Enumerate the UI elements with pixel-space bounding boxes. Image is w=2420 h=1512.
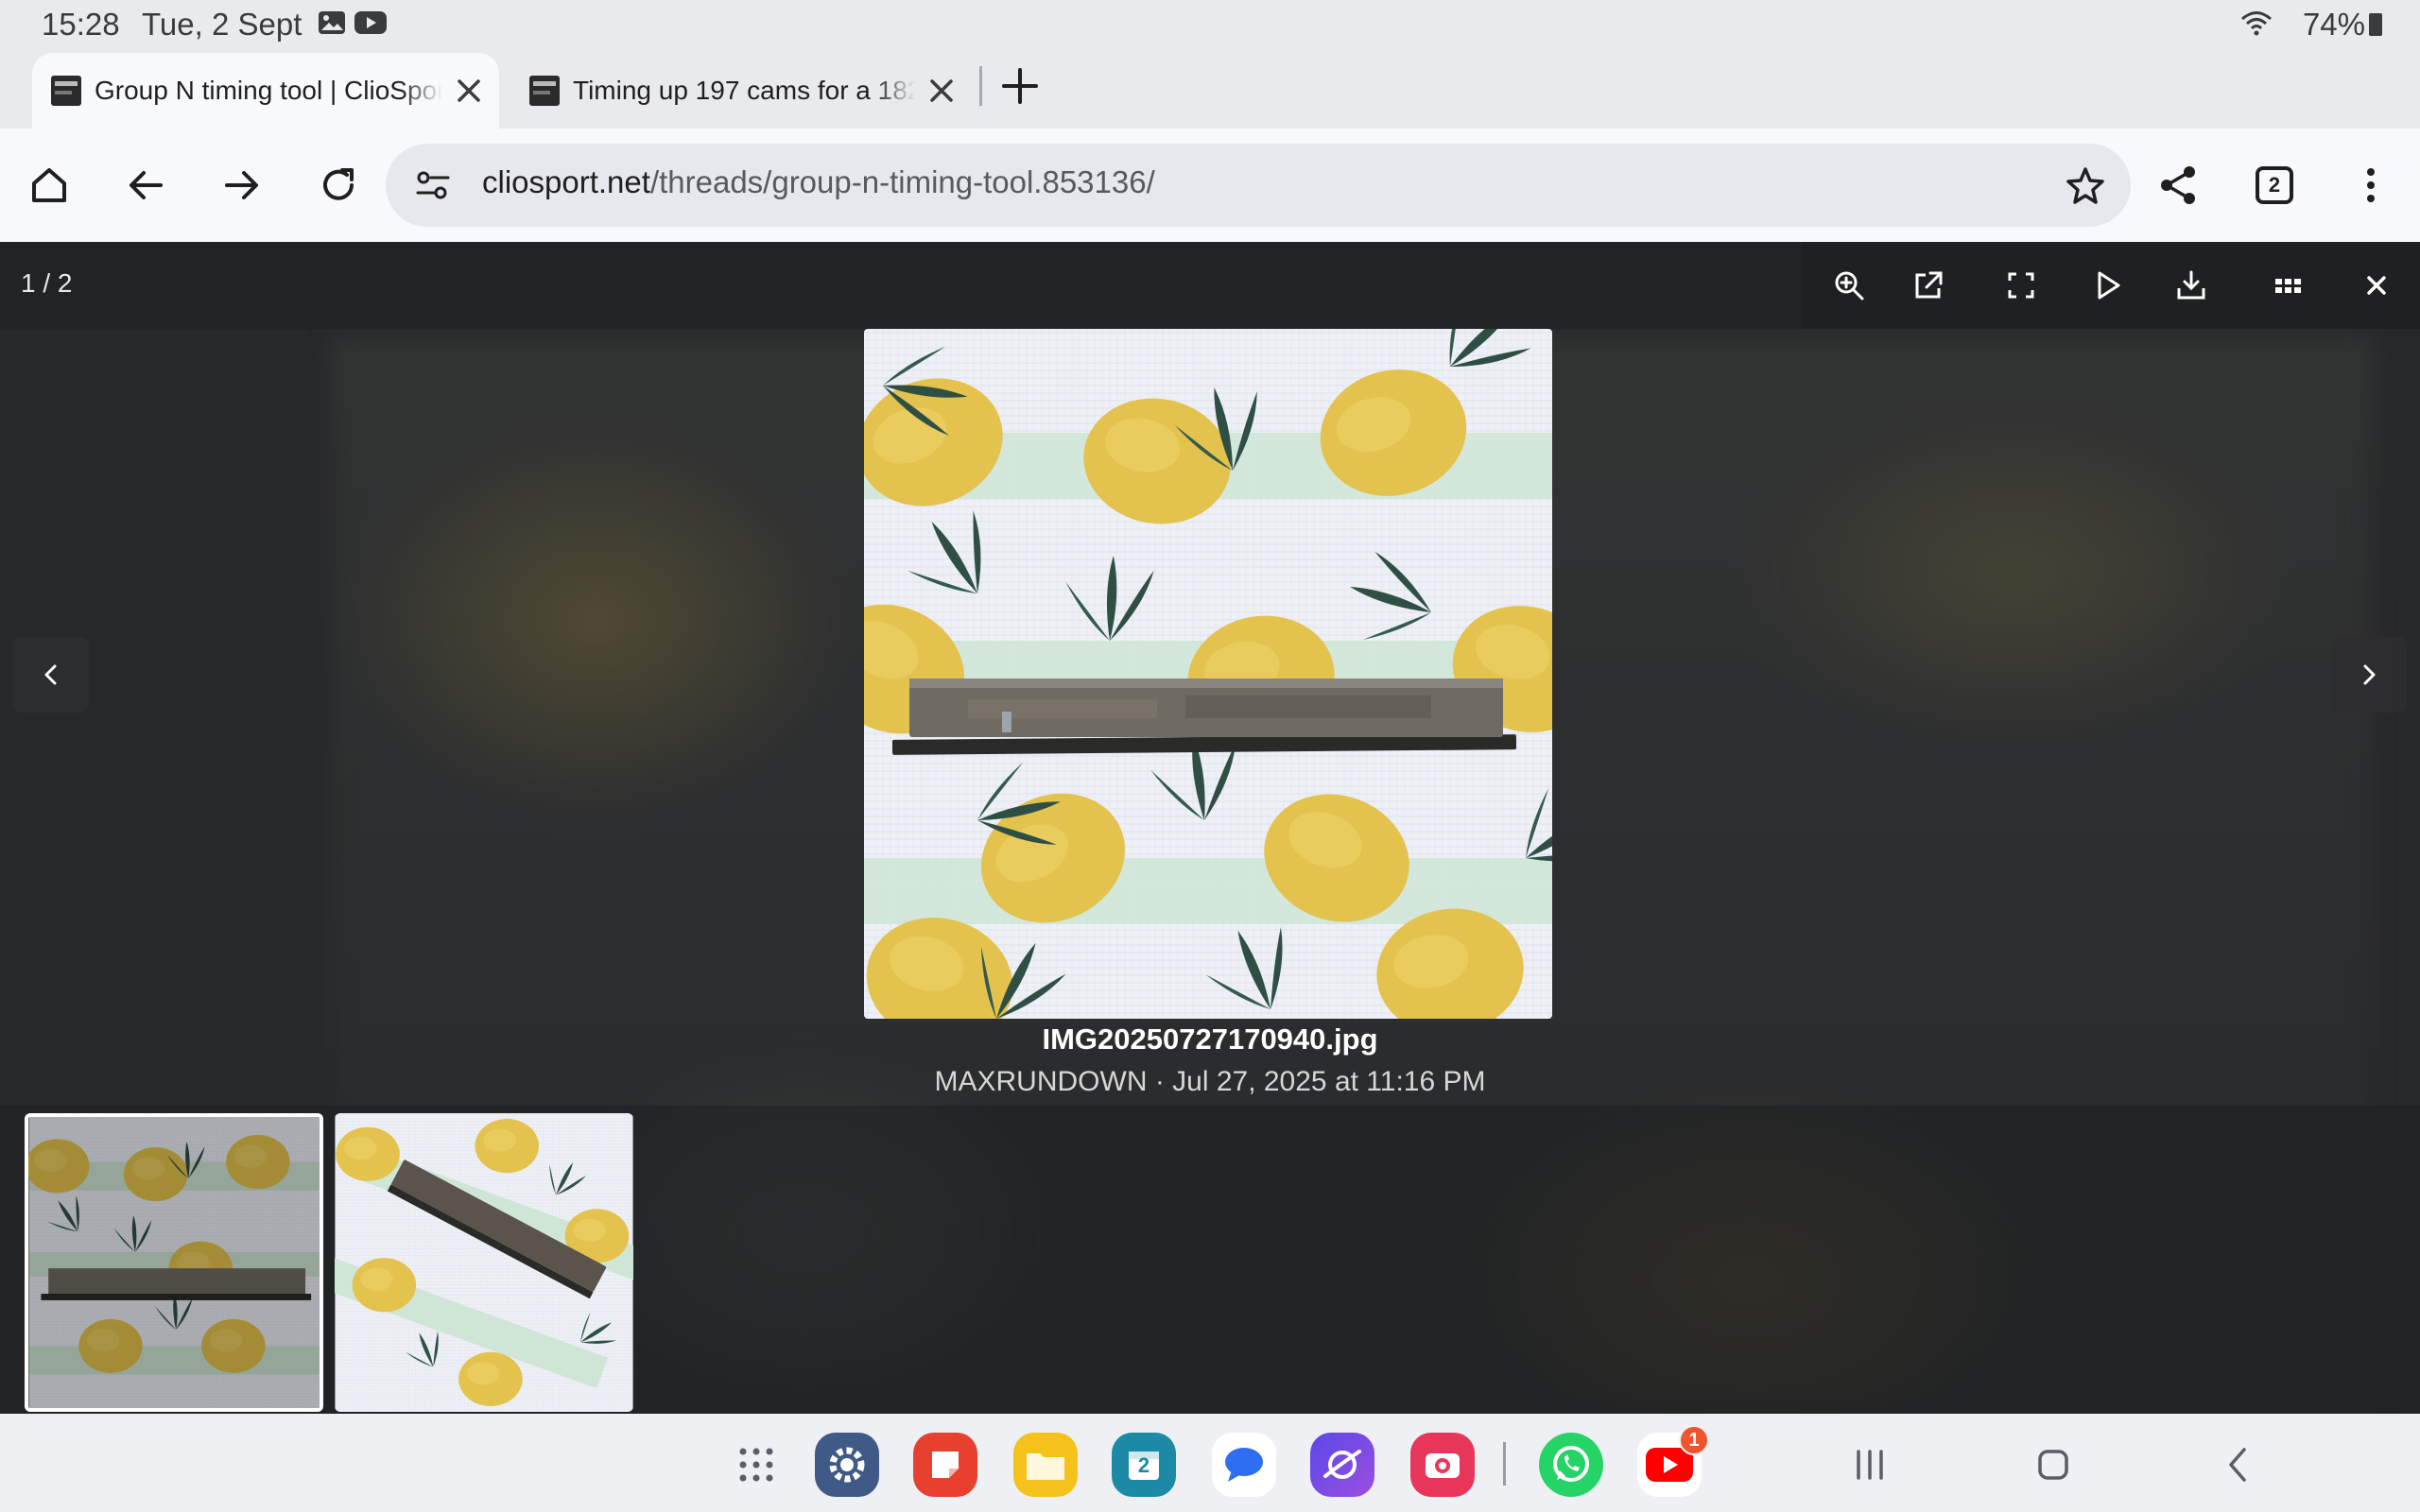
camera-icon <box>1426 1453 1460 1478</box>
battery-percent: 74% <box>2302 7 2365 42</box>
whatsapp-app[interactable] <box>1539 1433 1603 1497</box>
settings-gear-icon <box>829 1447 865 1483</box>
back-chevron-icon <box>2229 1448 2246 1482</box>
grid-icon <box>2275 279 2301 293</box>
battery-icon <box>2369 13 2382 36</box>
site-settings-icon[interactable] <box>414 166 452 204</box>
tab-timing-up-197-cams[interactable]: Timing up 197 cams for a 182 | ClioSport… <box>510 53 972 129</box>
forward-button[interactable] <box>214 157 270 214</box>
chevron-right-icon <box>2363 664 2376 685</box>
dock-divider <box>1503 1442 1506 1486</box>
thumbnail-strip <box>0 1106 2420 1414</box>
arrow-left-icon <box>130 171 163 199</box>
settings-app[interactable] <box>815 1433 879 1497</box>
thumbnail-photo <box>335 1113 633 1412</box>
bookmark-star-icon[interactable] <box>2065 164 2106 206</box>
main-photo[interactable] <box>864 329 1552 1019</box>
more-vert-icon <box>2367 168 2375 202</box>
url-host: cliosport.net <box>482 164 650 199</box>
app-drawer-button[interactable] <box>724 1433 788 1497</box>
play-icon <box>2098 271 2120 300</box>
tab-divider <box>979 66 982 106</box>
close-tab-icon[interactable] <box>450 72 488 110</box>
chat-bubble-icon <box>1225 1448 1263 1482</box>
notes-icon <box>932 1452 959 1478</box>
home-square-icon <box>2038 1450 2068 1480</box>
close-tab-icon[interactable] <box>923 72 960 110</box>
apps-grid-icon <box>739 1448 773 1482</box>
status-bar: 15:28 Tue, 2 Sept 74% <box>0 0 2420 49</box>
open-in-new-icon <box>1915 271 1943 299</box>
zoom-button[interactable] <box>1826 263 1872 308</box>
url-text[interactable]: cliosport.net/threads/group-n-timing-too… <box>482 164 1155 200</box>
youtube-notification-icon <box>354 11 387 34</box>
status-date: Tue, 2 Sept <box>142 7 302 42</box>
lightbox-toolbar <box>1802 242 2420 329</box>
cliosport-favicon-icon <box>529 76 560 106</box>
tab-title: Timing up 197 cams for a 182 | ClioSport… <box>573 76 915 105</box>
home-button[interactable] <box>21 157 78 214</box>
image-meta: MAXRUNDOWN · Jul 27, 2025 at 11:16 PM <box>934 1066 1486 1097</box>
download-button[interactable] <box>2169 263 2214 308</box>
recents-icon <box>1857 1450 1883 1480</box>
share-icon <box>2161 166 2195 204</box>
back-nav-button[interactable] <box>2212 1438 2265 1491</box>
whatsapp-icon <box>1553 1446 1589 1482</box>
image-filename: IMG20250727170940.jpg <box>1042 1022 1378 1056</box>
system-dock: 2 1 <box>0 1414 2420 1512</box>
browser-app[interactable] <box>1310 1433 1374 1497</box>
reload-icon <box>323 168 354 200</box>
tab-group-n-timing-tool[interactable]: Group N timing tool | ClioSport.net <box>32 53 499 129</box>
calendar-app[interactable]: 2 <box>1112 1433 1176 1497</box>
camera-app[interactable] <box>1410 1433 1475 1497</box>
tab-count: 2 <box>2256 166 2293 204</box>
arrow-right-icon <box>225 171 258 199</box>
lightbox-top-bar: 1 / 2 <box>0 242 2420 329</box>
notification-badge: 1 <box>1679 1425 1709 1455</box>
next-image-button[interactable] <box>2331 637 2407 713</box>
reload-button[interactable] <box>310 157 367 214</box>
wifi-icon <box>2241 11 2272 36</box>
image-counter: 1 / 2 <box>21 268 73 298</box>
gallery-notification-icon <box>319 11 345 34</box>
url-path: /threads/group-n-timing-tool.853136/ <box>649 164 1155 199</box>
close-lightbox-button[interactable] <box>2354 263 2399 308</box>
home-icon <box>32 168 66 202</box>
messages-app[interactable] <box>1212 1433 1276 1497</box>
thumbnail-2[interactable] <box>335 1113 633 1412</box>
youtube-app[interactable]: 1 <box>1637 1425 1709 1497</box>
zoom-in-icon <box>1835 271 1864 301</box>
home-nav-button[interactable] <box>2027 1438 2080 1491</box>
previous-image-button[interactable] <box>13 637 89 713</box>
fullscreen-icon <box>2008 272 2034 299</box>
chevron-left-icon <box>44 664 57 685</box>
cliosport-favicon-icon <box>51 76 81 106</box>
status-time: 15:28 <box>42 7 120 42</box>
files-app[interactable] <box>1013 1433 1078 1497</box>
tab-switcher-button[interactable]: 2 <box>2246 157 2303 214</box>
folder-icon <box>1027 1453 1064 1480</box>
address-bar[interactable]: cliosport.net/threads/group-n-timing-too… <box>386 144 2131 227</box>
new-tab-plus-icon[interactable] <box>998 64 1042 108</box>
internet-planet-icon <box>1323 1450 1361 1479</box>
thumbnail-photo <box>28 1117 320 1408</box>
fullscreen-button[interactable] <box>1998 263 2044 308</box>
slideshow-button[interactable] <box>2085 263 2131 308</box>
tab-title: Group N timing tool | ClioSport.net <box>95 76 442 105</box>
share-button[interactable] <box>2150 157 2206 214</box>
back-button[interactable] <box>117 157 174 214</box>
image-lightbox: 1 / 2 IMG20250727170940.jpg MAXRUNDOWN ·… <box>0 242 2420 1414</box>
close-icon <box>2367 276 2386 295</box>
open-original-button[interactable] <box>1906 263 1951 308</box>
notes-app[interactable] <box>913 1433 977 1497</box>
thumbnail-1[interactable] <box>25 1113 323 1412</box>
recent-apps-button[interactable] <box>1843 1438 1896 1491</box>
browser-toolbar: cliosport.net/threads/group-n-timing-too… <box>0 129 2420 242</box>
calendar-day: 2 <box>1137 1453 1150 1477</box>
thumbnails-toggle-button[interactable] <box>2265 263 2310 308</box>
download-icon <box>2177 270 2205 300</box>
more-menu-button[interactable] <box>2342 157 2399 214</box>
tab-strip: Group N timing tool | ClioSport.net Timi… <box>0 49 2420 129</box>
